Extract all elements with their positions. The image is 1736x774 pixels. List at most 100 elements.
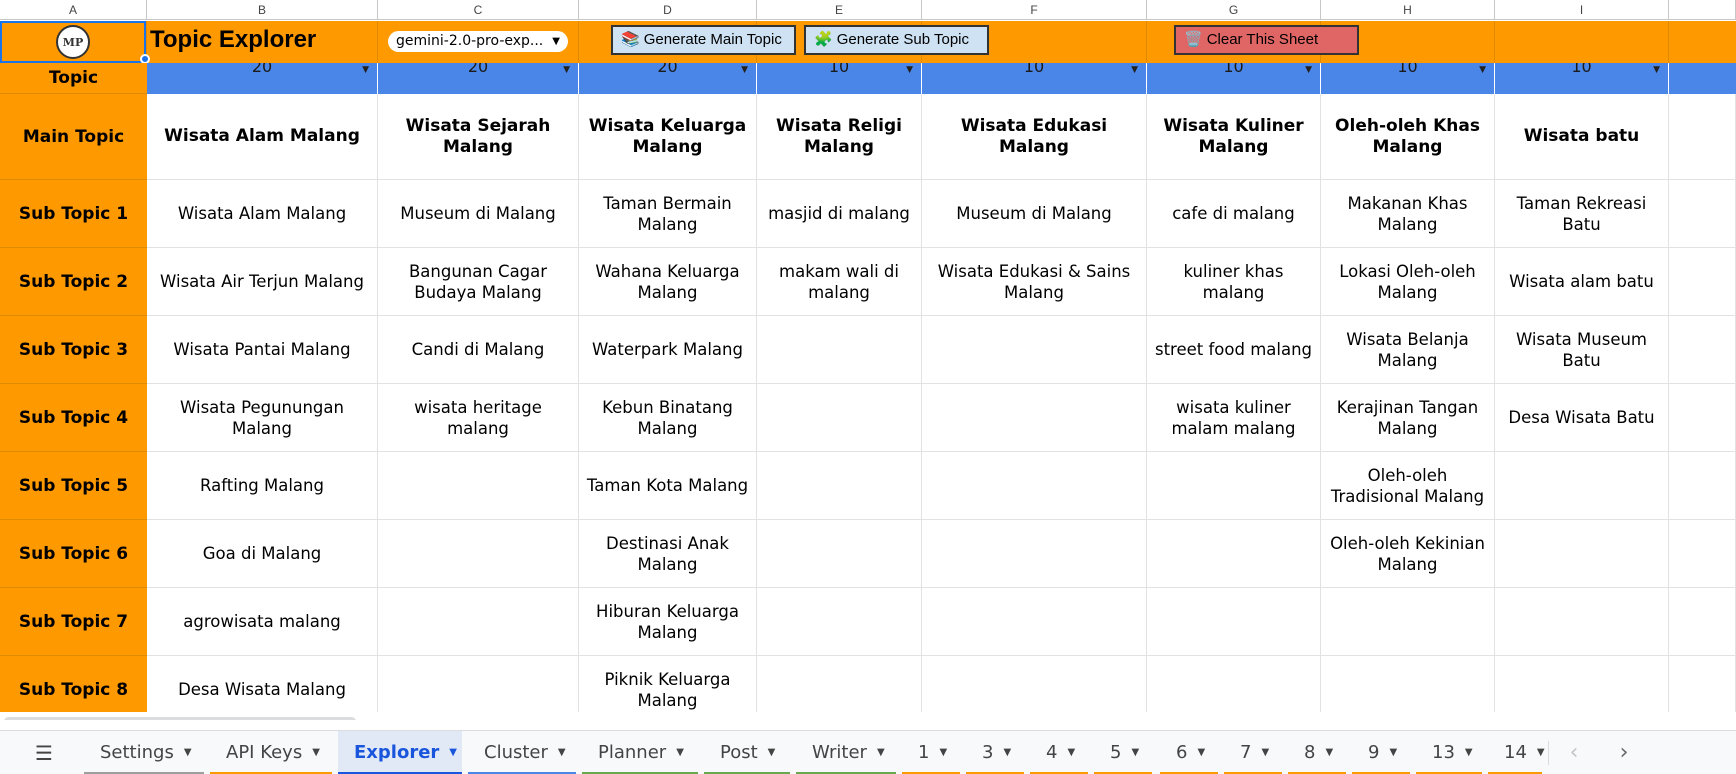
chevron-down-icon[interactable]: ▼ [1537,747,1545,758]
dropdown-arrow-icon[interactable]: ▼ [1479,65,1486,75]
scroll-tabs-right-icon[interactable]: › [1610,739,1638,767]
empty-cell[interactable] [922,316,1147,384]
main-topic-cell[interactable]: Wisata Sejarah Malang [378,94,579,180]
sub-topic-cell[interactable]: Wisata Pegunungan Malang [147,384,378,452]
chevron-down-icon[interactable]: ▼ [1465,747,1473,758]
sub-topic-cell[interactable]: Museum di Malang [922,180,1147,248]
empty-cell[interactable] [1495,588,1669,656]
sub-topic-cell[interactable]: Wahana Keluarga Malang [579,248,757,316]
topic-count-cell[interactable]: 10 ▼ [922,63,1147,94]
sub-topic-cell[interactable]: Wisata Air Terjun Malang [147,248,378,316]
sub-topic-cell[interactable]: wisata kuliner malam malang [1147,384,1321,452]
sheet-tab-writer[interactable]: Writer ▼ [796,731,896,774]
empty-cell[interactable] [922,384,1147,452]
sub-topic-cell[interactable]: Desa Wisata Malang [147,656,378,720]
empty-cell[interactable] [922,656,1147,720]
chevron-down-icon[interactable]: ▼ [558,747,566,758]
empty-cell[interactable] [1669,588,1736,656]
sheet-tab-3[interactable]: 3 ▼ [966,731,1024,774]
chevron-down-icon[interactable]: ▼ [1131,747,1139,758]
sub-topic-cell[interactable]: Piknik Keluarga Malang [579,656,757,720]
main-topic-cell[interactable]: Wisata Alam Malang [147,94,378,180]
sheet-tab-6[interactable]: 6 ▼ [1160,731,1218,774]
main-topic-cell[interactable]: Wisata batu [1495,94,1669,180]
column-header-b[interactable]: B [147,0,378,20]
sheet-tab-settings[interactable]: Settings ▼ [84,731,204,774]
sub-topic-cell[interactable]: wisata heritage malang [378,384,579,452]
main-topic-cell[interactable]: Wisata Religi Malang [757,94,922,180]
topic-count-cell[interactable]: 10 ▼ [1147,63,1321,94]
sub-topic-cell[interactable]: Wisata alam batu [1495,248,1669,316]
sub-topic-cell[interactable]: Rafting Malang [147,452,378,520]
chevron-down-icon[interactable]: ▼ [939,747,947,758]
sub-topic-cell[interactable]: Waterpark Malang [579,316,757,384]
empty-cell[interactable] [922,520,1147,588]
empty-cell[interactable] [1495,452,1669,520]
sub-topic-cell[interactable]: Destinasi Anak Malang [579,520,757,588]
sub-topic-cell[interactable]: Wisata Belanja Malang [1321,316,1495,384]
sub-topic-cell[interactable]: Kebun Binatang Malang [579,384,757,452]
sub-topic-cell[interactable]: Hiburan Keluarga Malang [579,588,757,656]
empty-cell[interactable] [378,520,579,588]
empty-cell[interactable] [1147,588,1321,656]
topic-count-cell[interactable]: 20 ▼ [147,63,378,94]
chevron-down-icon[interactable]: ▼ [1197,747,1205,758]
empty-cell[interactable] [757,452,922,520]
empty-cell[interactable] [378,656,579,720]
main-topic-cell[interactable]: Wisata Keluarga Malang [579,94,757,180]
empty-cell[interactable] [378,588,579,656]
horizontal-scrollbar[interactable] [0,712,1736,720]
sub-topic-cell[interactable]: Museum di Malang [378,180,579,248]
main-topic-cell[interactable]: Wisata Kuliner Malang [1147,94,1321,180]
sub-topic-cell[interactable]: Oleh-oleh Tradisional Malang [1321,452,1495,520]
empty-cell[interactable] [757,384,922,452]
sheet-tab-7[interactable]: 7 ▼ [1224,731,1282,774]
chevron-down-icon[interactable]: ▼ [1003,747,1011,758]
sheet-tab-explorer[interactable]: Explorer ▼ [338,731,462,774]
sub-topic-cell[interactable]: masjid di malang [757,180,922,248]
sub-topic-cell[interactable]: Makanan Khas Malang [1321,180,1495,248]
sub-topic-cell[interactable]: Taman Kota Malang [579,452,757,520]
empty-cell[interactable] [1147,452,1321,520]
topic-count-cell[interactable]: 10 ▼ [757,63,922,94]
empty-cell[interactable] [1669,316,1736,384]
sheet-tab-9[interactable]: 9 ▼ [1352,731,1410,774]
empty-cell[interactable] [922,452,1147,520]
clear-sheet-button[interactable]: 🗑️ Clear This Sheet [1174,25,1359,55]
column-header-g[interactable]: G [1147,0,1321,20]
chevron-down-icon[interactable]: ▼ [1325,747,1333,758]
empty-cell[interactable] [1495,520,1669,588]
sub-topic-cell[interactable]: makam wali di malang [757,248,922,316]
main-topic-cell[interactable]: Oleh-oleh Khas Malang [1321,94,1495,180]
empty-cell[interactable] [1669,94,1736,180]
empty-cell[interactable] [1669,180,1736,248]
column-header-d[interactable]: D [579,0,757,20]
column-header-h[interactable]: H [1321,0,1495,20]
empty-cell[interactable] [378,452,579,520]
main-topic-cell[interactable]: Wisata Edukasi Malang [922,94,1147,180]
chevron-down-icon[interactable]: ▼ [1389,747,1397,758]
sub-topic-cell[interactable]: Lokasi Oleh-oleh Malang [1321,248,1495,316]
dropdown-arrow-icon[interactable]: ▼ [362,65,369,75]
column-header-a[interactable]: A [0,0,147,20]
sub-topic-cell[interactable]: Kerajinan Tangan Malang [1321,384,1495,452]
sheet-tab-8[interactable]: 8 ▼ [1288,731,1346,774]
sub-topic-cell[interactable]: Wisata Edukasi & Sains Malang [922,248,1147,316]
empty-cell[interactable] [1669,452,1736,520]
dropdown-arrow-icon[interactable]: ▼ [906,65,913,75]
column-header-i[interactable]: I [1495,0,1669,20]
chevron-down-icon[interactable]: ▼ [768,747,776,758]
sheet-tab-api-keys[interactable]: API Keys ▼ [210,731,332,774]
sheet-tab-planner[interactable]: Planner ▼ [582,731,698,774]
sheet-tab-13[interactable]: 13 ▼ [1416,731,1482,774]
empty-cell[interactable] [757,656,922,720]
chevron-down-icon[interactable]: ▼ [1067,747,1075,758]
empty-cell[interactable] [1147,520,1321,588]
topic-count-cell[interactable]: 20 ▼ [579,63,757,94]
sub-topic-cell[interactable]: Wisata Alam Malang [147,180,378,248]
chevron-down-icon[interactable]: ▼ [312,747,320,758]
sub-topic-cell[interactable]: Goa di Malang [147,520,378,588]
empty-cell[interactable] [922,588,1147,656]
sheet-tab-1[interactable]: 1 ▼ [902,731,960,774]
sub-topic-cell[interactable]: Taman Rekreasi Batu [1495,180,1669,248]
